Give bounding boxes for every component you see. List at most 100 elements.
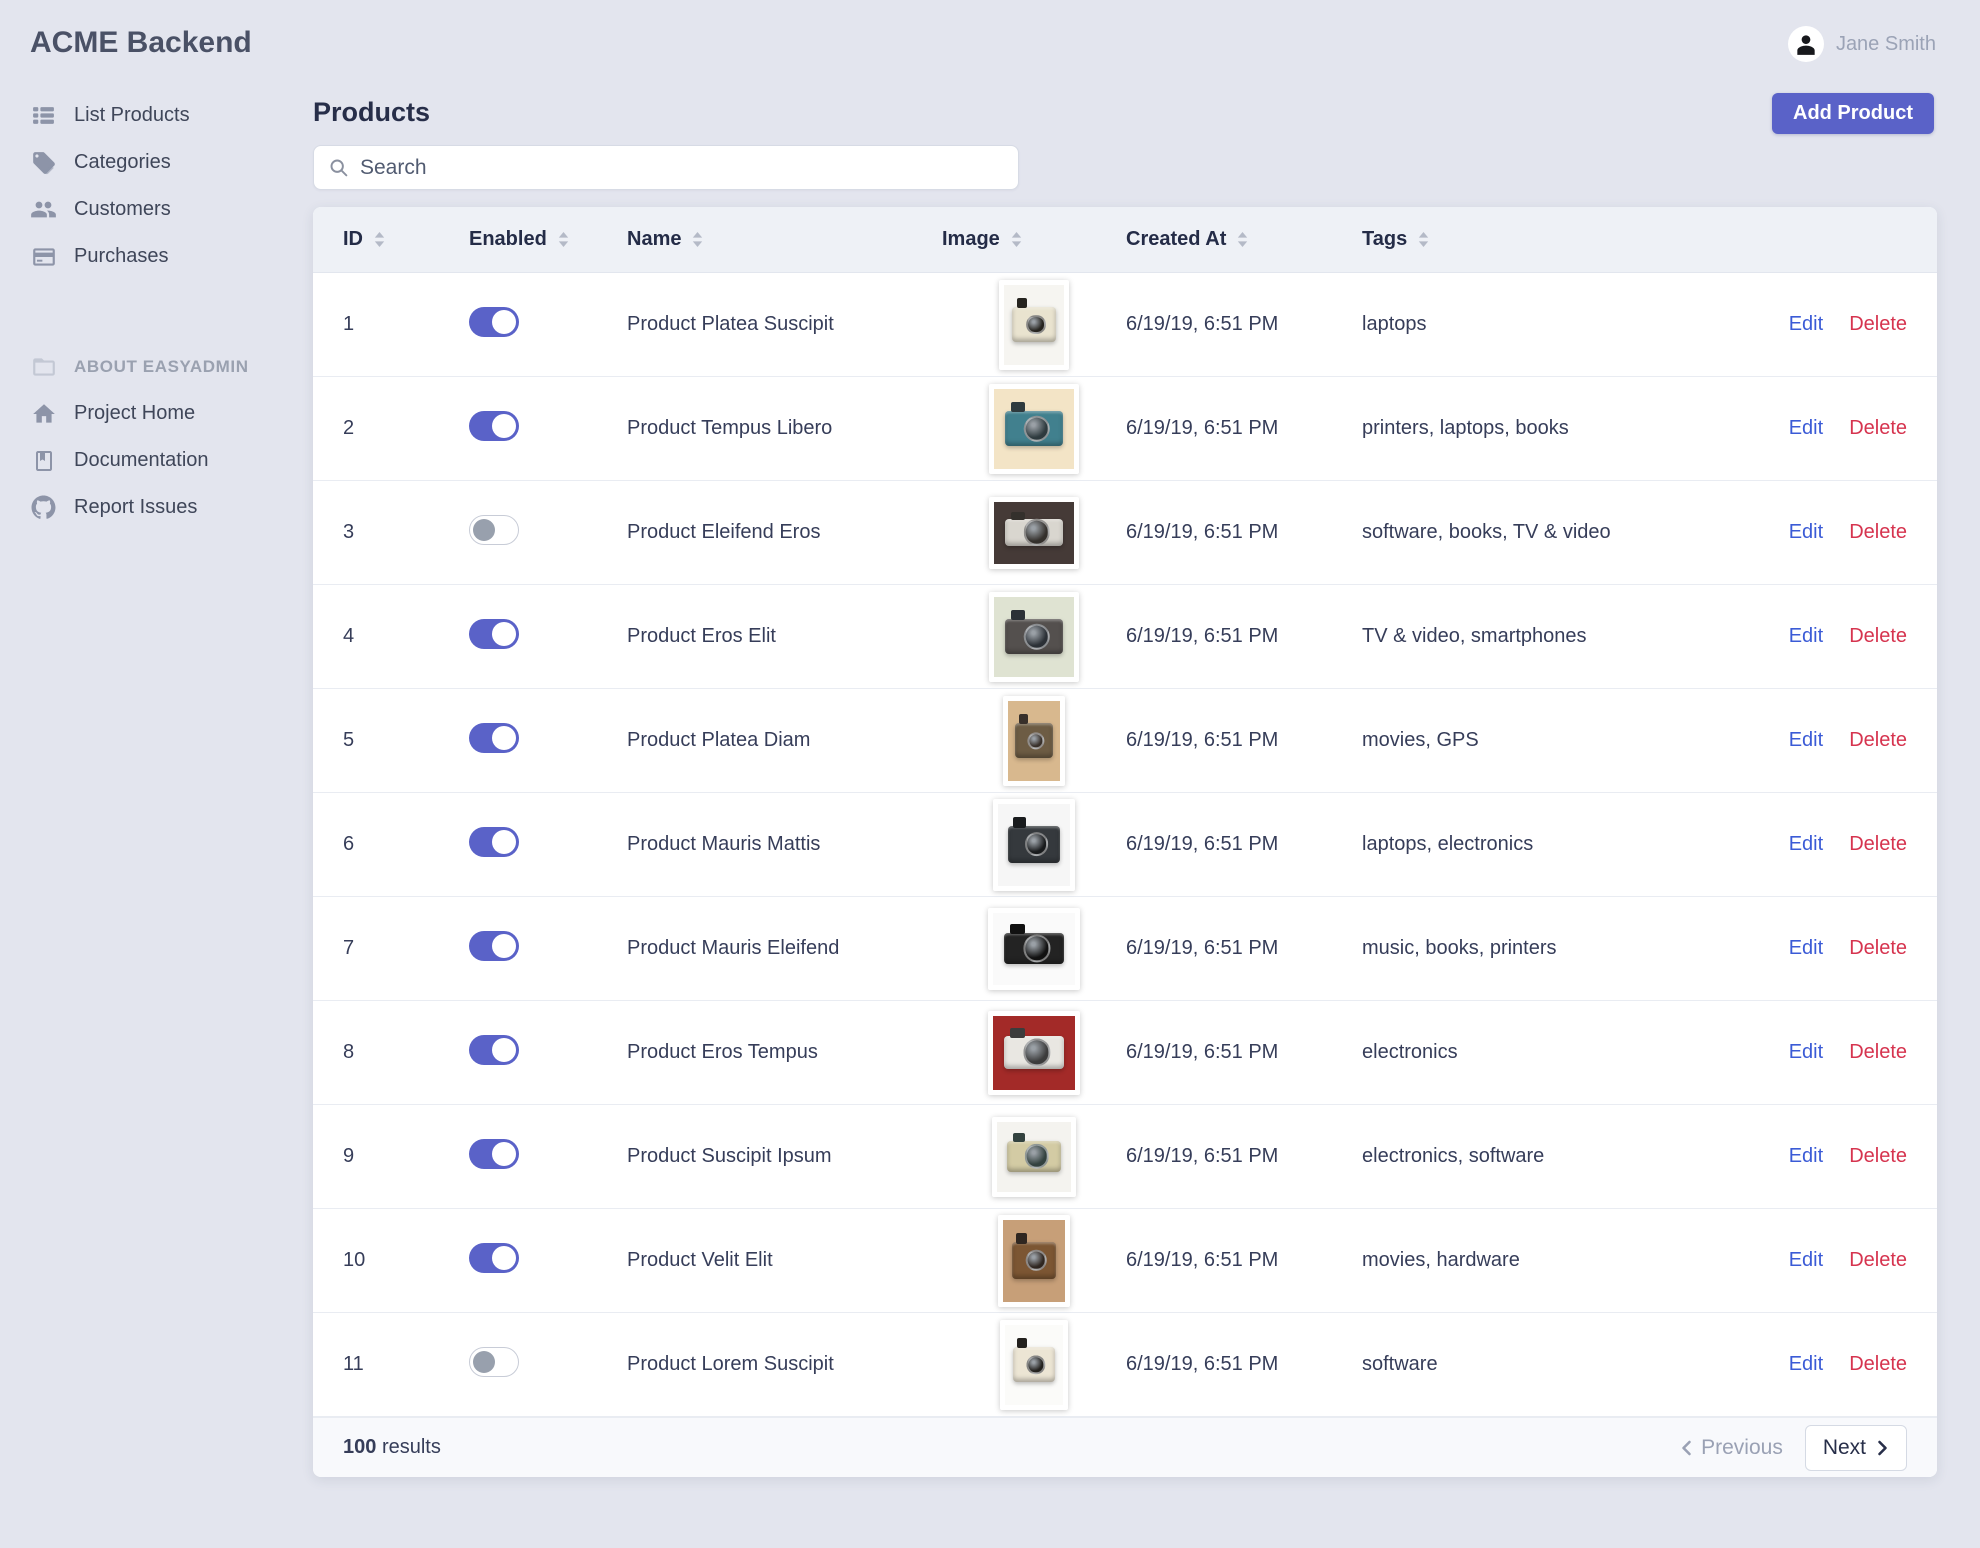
delete-link[interactable]: Delete <box>1849 833 1907 856</box>
column-header-created-at[interactable]: Created At <box>1126 228 1362 251</box>
product-id: 6 <box>343 833 355 855</box>
cell-tags: software <box>1362 1353 1757 1376</box>
users-icon <box>30 196 57 223</box>
product-image <box>993 798 1075 891</box>
delete-link[interactable]: Delete <box>1849 1145 1907 1168</box>
column-label: Created At <box>1126 228 1227 250</box>
cell-name: Product Lorem Suscipit <box>627 1353 942 1376</box>
delete-link[interactable]: Delete <box>1849 937 1907 960</box>
edit-link[interactable]: Edit <box>1789 729 1823 752</box>
sidebar-item-customers[interactable]: Customers <box>0 186 300 233</box>
edit-link[interactable]: Edit <box>1789 1249 1823 1272</box>
cell-created-at: 6/19/19, 6:51 PM <box>1126 313 1362 336</box>
sidebar-item-purchases[interactable]: Purchases <box>0 233 300 280</box>
created-at: 6/19/19, 6:51 PM <box>1126 313 1279 335</box>
sidebar-item-categories[interactable]: Categories <box>0 139 300 186</box>
enabled-toggle[interactable] <box>469 1138 519 1169</box>
sort-icon[interactable] <box>690 230 705 249</box>
delete-link[interactable]: Delete <box>1849 521 1907 544</box>
tags: laptops <box>1362 313 1427 335</box>
previous-button[interactable]: Previous <box>1680 1436 1783 1460</box>
tags: laptops, electronics <box>1362 833 1534 855</box>
camera-photo <box>1003 1219 1065 1302</box>
previous-label: Previous <box>1701 1435 1783 1459</box>
camera-viewfinder <box>1012 1133 1026 1143</box>
sidebar-item-list-products[interactable]: List Products <box>0 92 300 139</box>
delete-link[interactable]: Delete <box>1849 625 1907 648</box>
cell-actions: Edit Delete <box>1757 833 1907 856</box>
enabled-toggle[interactable] <box>469 1034 519 1065</box>
delete-link[interactable]: Delete <box>1849 313 1907 336</box>
delete-link[interactable]: Delete <box>1849 1353 1907 1376</box>
edit-link[interactable]: Edit <box>1789 833 1823 856</box>
product-name: Product Mauris Mattis <box>627 833 821 855</box>
edit-link[interactable]: Edit <box>1789 937 1823 960</box>
toggle-knob <box>492 933 516 958</box>
user-menu[interactable]: Jane Smith <box>1787 26 1936 62</box>
column-header-image[interactable]: Image <box>942 228 1126 251</box>
cell-tags: electronics, software <box>1362 1145 1757 1168</box>
edit-link[interactable]: Edit <box>1789 1353 1823 1376</box>
home-icon <box>30 400 57 427</box>
cell-image <box>942 1319 1126 1410</box>
list-icon <box>30 102 57 129</box>
delete-link[interactable]: Delete <box>1849 1249 1907 1272</box>
camera-photo <box>993 912 1075 985</box>
cell-name: Product Velit Elit <box>627 1249 942 1272</box>
camera-photo <box>997 1121 1071 1192</box>
edit-link[interactable]: Edit <box>1789 1041 1823 1064</box>
enabled-toggle[interactable] <box>469 410 519 441</box>
tags: electronics <box>1362 1041 1458 1063</box>
cell-tags: software, books, TV & video <box>1362 521 1757 544</box>
created-at: 6/19/19, 6:51 PM <box>1126 729 1279 751</box>
next-button[interactable]: Next <box>1804 1424 1907 1471</box>
created-at: 6/19/19, 6:51 PM <box>1126 1249 1279 1271</box>
cell-created-at: 6/19/19, 6:51 PM <box>1126 1041 1362 1064</box>
edit-link[interactable]: Edit <box>1789 313 1823 336</box>
table-row: 2 Product Tempus Libero 6/19/19, 6:51 PM… <box>313 377 1937 481</box>
enabled-toggle[interactable] <box>469 618 519 649</box>
product-id: 5 <box>343 729 355 751</box>
enabled-toggle[interactable] <box>469 1346 519 1377</box>
edit-link[interactable]: Edit <box>1789 625 1823 648</box>
delete-link[interactable]: Delete <box>1849 1041 1907 1064</box>
camera-photo <box>1004 284 1064 365</box>
sort-icon[interactable] <box>556 230 571 249</box>
results-count: 100 results <box>343 1436 441 1459</box>
enabled-toggle[interactable] <box>469 826 519 857</box>
cell-created-at: 6/19/19, 6:51 PM <box>1126 729 1362 752</box>
sidebar-item-report-issues[interactable]: Report Issues <box>0 484 300 531</box>
column-header-tags[interactable]: Tags <box>1362 228 1757 251</box>
tags: movies, GPS <box>1362 729 1479 751</box>
sort-icon[interactable] <box>1416 230 1431 249</box>
column-header-enabled[interactable]: Enabled <box>469 228 627 251</box>
enabled-toggle[interactable] <box>469 306 519 337</box>
search-input[interactable] <box>360 155 1004 180</box>
edit-link[interactable]: Edit <box>1789 521 1823 544</box>
sidebar-item-project-home[interactable]: Project Home <box>0 390 300 437</box>
cell-image <box>942 496 1126 569</box>
delete-link[interactable]: Delete <box>1849 729 1907 752</box>
edit-link[interactable]: Edit <box>1789 1145 1823 1168</box>
edit-link[interactable]: Edit <box>1789 417 1823 440</box>
camera-viewfinder <box>1010 609 1025 621</box>
sort-icon[interactable] <box>1235 230 1250 249</box>
sidebar-item-documentation[interactable]: Documentation <box>0 437 300 484</box>
sidebar-item-label: Documentation <box>74 449 209 471</box>
column-header-id[interactable]: ID <box>343 228 469 251</box>
cell-actions: Edit Delete <box>1757 1353 1907 1376</box>
add-product-button[interactable]: Add Product <box>1772 93 1934 134</box>
cell-id: 11 <box>343 1353 469 1376</box>
cell-enabled <box>469 722 627 759</box>
sort-icon[interactable] <box>372 230 387 249</box>
enabled-toggle[interactable] <box>469 514 519 545</box>
created-at: 6/19/19, 6:51 PM <box>1126 417 1279 439</box>
enabled-toggle[interactable] <box>469 930 519 961</box>
enabled-toggle[interactable] <box>469 722 519 753</box>
camera-viewfinder <box>1010 511 1025 520</box>
column-header-name[interactable]: Name <box>627 228 942 251</box>
enabled-toggle[interactable] <box>469 1242 519 1273</box>
product-id: 4 <box>343 625 355 647</box>
delete-link[interactable]: Delete <box>1849 417 1907 440</box>
sort-icon[interactable] <box>1009 230 1024 249</box>
